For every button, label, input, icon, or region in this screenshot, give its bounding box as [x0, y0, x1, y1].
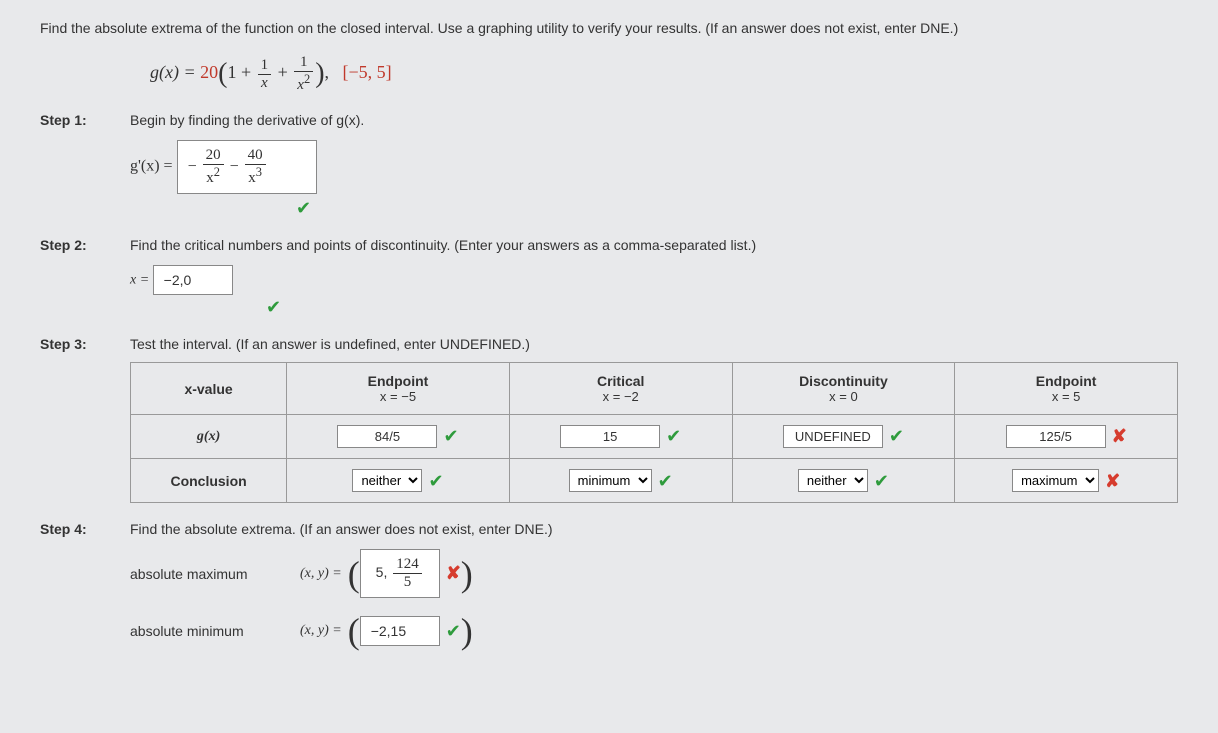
col-critical: Criticalx = −2	[509, 363, 732, 415]
row-conclusion: Conclusion	[131, 459, 287, 503]
concl-crit-select[interactable]: minimum	[569, 469, 652, 492]
col-discontinuity: Discontinuityx = 0	[732, 363, 955, 415]
absmax-input[interactable]: 5, 1245	[360, 549, 440, 598]
check-icon: ✔	[889, 426, 904, 446]
gprime-lhs: g'(x) =	[130, 158, 177, 175]
check-icon: ✔	[658, 471, 673, 491]
interval-table: x-value Endpointx = −5 Criticalx = −2 Di…	[130, 362, 1178, 503]
step3-text: Test the interval. (If an answer is unde…	[130, 336, 1178, 352]
step3-label: Step 3:	[40, 336, 130, 503]
step2-text: Find the critical numbers and points of …	[130, 237, 1178, 253]
gx-ep2-input[interactable]: 125/5	[1006, 425, 1106, 448]
check-icon: ✔	[296, 198, 311, 218]
concl-disc-select[interactable]: neither	[798, 469, 868, 492]
concl-ep2-select[interactable]: maximum	[1012, 469, 1099, 492]
col-xvalue: x-value	[131, 363, 287, 415]
cross-icon: ✘	[1112, 426, 1127, 446]
step4-text: Find the absolute extrema. (If an answer…	[130, 521, 1178, 537]
check-icon: ✔	[266, 297, 281, 317]
step1-text: Begin by finding the derivative of g(x).	[130, 112, 1178, 128]
absmin-input[interactable]: −2,15	[360, 616, 440, 646]
col-endpoint-1: Endpointx = −5	[287, 363, 510, 415]
critical-numbers-input[interactable]: −2,0	[153, 265, 233, 295]
absmin-label: absolute minimum	[130, 623, 300, 639]
gx-disc-input[interactable]: UNDEFINED	[783, 425, 883, 448]
xy-label: (x, y) =	[300, 623, 342, 639]
cross-icon: ✘	[1105, 471, 1120, 491]
gx-ep1-input[interactable]: 84/5	[337, 425, 437, 448]
function-definition: g(x) = 20(1 + 1x + 1x2), [−5, 5]	[150, 54, 1178, 94]
check-icon: ✔	[443, 426, 458, 446]
check-icon: ✔	[446, 621, 461, 642]
col-endpoint-2: Endpointx = 5	[955, 363, 1178, 415]
derivative-answer[interactable]: − 20x2 − 40x3	[177, 140, 317, 194]
row-gx: g(x)	[131, 415, 287, 459]
absmax-label: absolute maximum	[130, 566, 300, 582]
x-equals: x =	[130, 273, 153, 288]
gx-crit-input[interactable]: 15	[560, 425, 660, 448]
step4-label: Step 4:	[40, 521, 130, 664]
check-icon: ✔	[666, 426, 681, 446]
step1-label: Step 1:	[40, 112, 130, 219]
xy-label: (x, y) =	[300, 566, 342, 582]
concl-ep1-select[interactable]: neither	[352, 469, 422, 492]
cross-icon: ✘	[446, 563, 461, 584]
check-icon: ✔	[874, 471, 889, 491]
question-text: Find the absolute extrema of the functio…	[40, 20, 1178, 36]
step2-label: Step 2:	[40, 237, 130, 318]
check-icon: ✔	[428, 471, 443, 491]
